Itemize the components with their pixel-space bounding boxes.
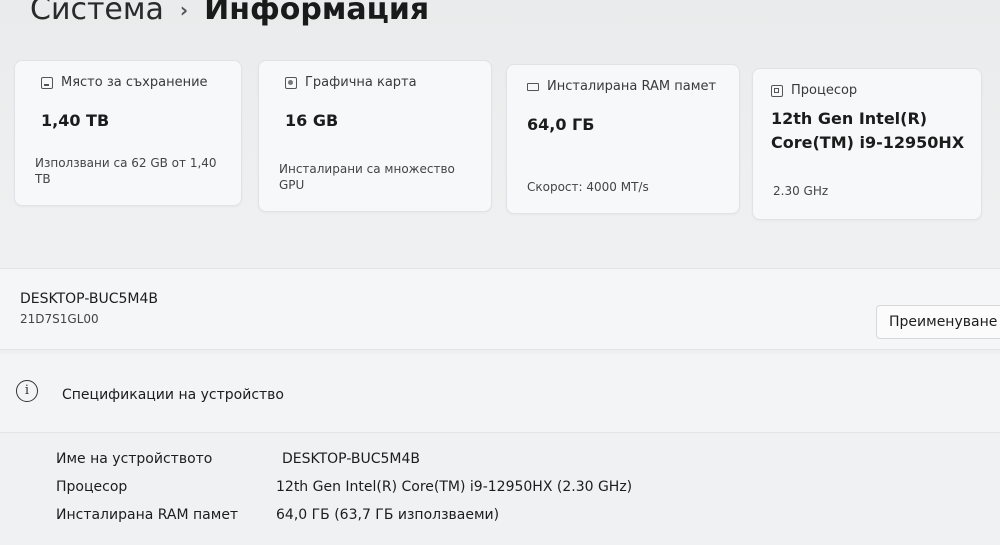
gpu-card[interactable]: Графична карта 16 GB Инсталирани са множ… — [258, 60, 492, 212]
breadcrumb: Система › Информация — [30, 0, 429, 27]
gpu-icon — [285, 76, 297, 89]
rename-button[interactable]: Преименуване — [876, 305, 1000, 339]
settings-page: Система › Информация Място за съхранение… — [0, 0, 1000, 545]
spec-value: DESKTOP-BUC5M4B — [282, 451, 420, 467]
storage-icon — [41, 76, 53, 89]
ram-speed: Скорост: 4000 MT/s — [527, 180, 649, 194]
device-specifications-header[interactable]: i Спецификации на устройство — [0, 354, 1000, 433]
specifications-title: Спецификации на устройство — [62, 387, 284, 403]
info-icon: i — [16, 380, 38, 402]
device-model: 21D7S1GL00 — [20, 312, 99, 326]
spec-row-device-name: Име на устройството DESKTOP-BUC5M4B — [0, 451, 1000, 477]
processor-title-label: Процесор — [791, 83, 858, 98]
spec-value: 64,0 ГБ (63,7 ГБ използваеми) — [276, 507, 500, 523]
processor-card[interactable]: Процесор 12th Gen Intel(R) Core(TM) i9-1… — [752, 68, 982, 220]
ram-card-title: Инсталирана RAM памет — [527, 79, 716, 94]
storage-card[interactable]: Място за съхранение 1,40 TB Използвани с… — [14, 60, 242, 206]
spec-row-ram: Инсталирана RAM памет 64,0 ГБ (63,7 ГБ и… — [0, 507, 1000, 533]
storage-card-title: Място за съхранение — [41, 75, 208, 90]
spec-label: Процесор — [56, 479, 128, 495]
processor-icon — [771, 84, 783, 97]
ram-title-label: Инсталирана RAM памет — [547, 79, 717, 94]
device-name-panel: DESKTOP-BUC5M4B 21D7S1GL00 Преименуване — [0, 268, 1000, 350]
gpu-title-label: Графична карта — [305, 75, 417, 90]
breadcrumb-system[interactable]: Система — [30, 0, 164, 27]
chevron-right-icon: › — [179, 0, 189, 22]
gpu-value: 16 GB — [285, 111, 339, 130]
ram-value: 64,0 ГБ — [527, 115, 595, 134]
storage-usage: Използвани са 62 GB от 1,40 TB — [35, 156, 217, 186]
ram-icon — [527, 82, 539, 91]
gpu-description: Инсталирани са множество GPU — [279, 162, 455, 192]
spec-label: Инсталирана RAM памет — [56, 507, 239, 523]
processor-speed: 2.30 GHz — [773, 184, 829, 198]
gpu-card-title: Графична карта — [285, 75, 417, 90]
spec-row-processor: Процесор 12th Gen Intel(R) Core(TM) i9-1… — [0, 479, 1000, 505]
page-title: Информация — [204, 0, 430, 27]
spec-value: 12th Gen Intel(R) Core(TM) i9-12950HX (2… — [276, 479, 633, 495]
device-specifications-list: Име на устройството DESKTOP-BUC5M4B Проц… — [0, 433, 1000, 545]
processor-card-title: Процесор — [771, 83, 857, 98]
ram-card[interactable]: Инсталирана RAM памет 64,0 ГБ Скорост: 4… — [506, 64, 740, 214]
device-name: DESKTOP-BUC5M4B — [20, 291, 158, 307]
processor-value: 12th Gen Intel(R) Core(TM) i9-12950HX — [771, 109, 965, 152]
storage-value: 1,40 TB — [41, 111, 110, 130]
storage-title-label: Място за съхранение — [61, 75, 208, 90]
spec-label: Име на устройството — [56, 451, 213, 467]
